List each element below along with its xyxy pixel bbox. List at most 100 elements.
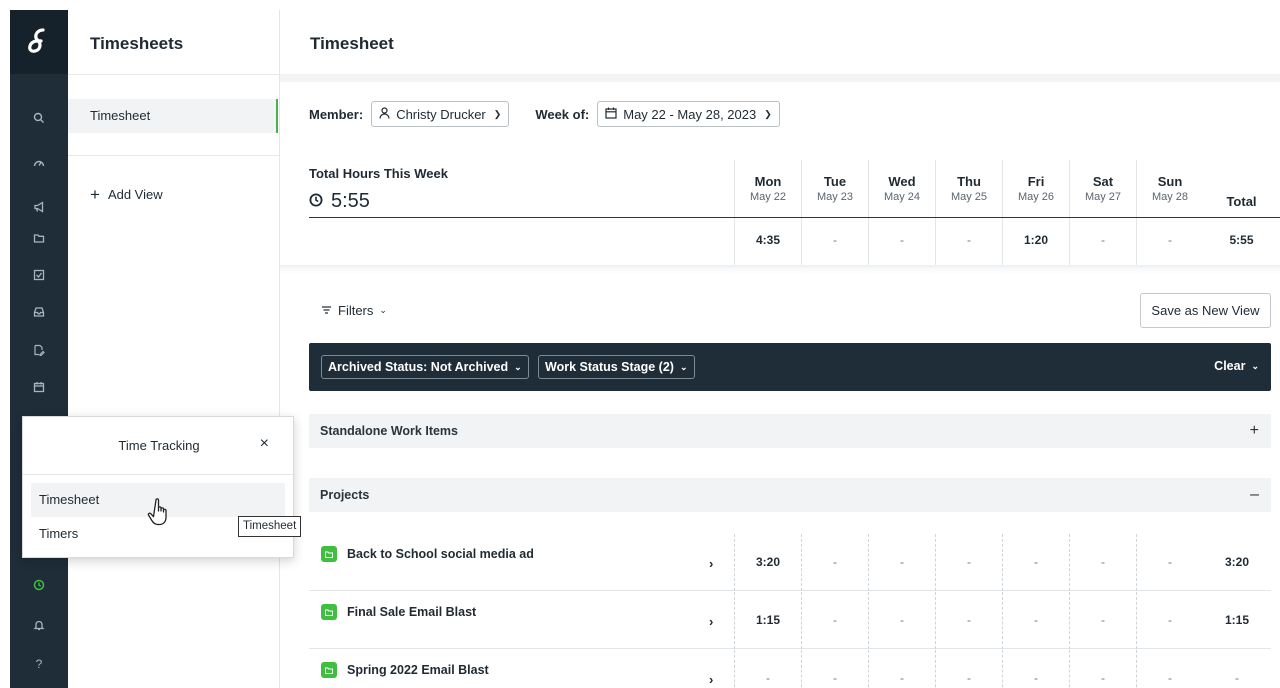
time-cell[interactable]: - — [1002, 534, 1069, 591]
day-column-mon: Mon May 22 4:35 — [734, 160, 801, 265]
logo-icon[interactable] — [10, 10, 68, 74]
header-divider — [280, 74, 1280, 82]
chevron-right-icon[interactable]: › — [709, 556, 713, 571]
day-total: - — [833, 233, 837, 247]
page-title: Timesheet — [310, 34, 394, 53]
clock-icon[interactable] — [10, 574, 68, 596]
project-name[interactable]: Spring 2022 Email Blast — [321, 662, 489, 678]
day-total: - — [1101, 233, 1105, 247]
help-icon[interactable]: ? — [10, 653, 68, 675]
week-dropdown[interactable]: May 22 - May 28, 2023 ❯ — [597, 101, 780, 127]
time-cell[interactable]: - — [935, 592, 1002, 649]
bell-icon[interactable] — [10, 614, 68, 636]
filters-toggle[interactable]: Filters ⌄ — [321, 303, 387, 318]
time-cell[interactable]: 3:20 — [734, 534, 801, 591]
project-label: Spring 2022 Email Blast — [347, 663, 489, 677]
project-row[interactable]: Back to School social media ad › 3:20 - … — [309, 534, 1271, 591]
calendar-icon[interactable] — [10, 376, 68, 398]
chevron-right-icon[interactable]: › — [709, 672, 713, 687]
day-date: May 27 — [1084, 191, 1122, 203]
day-column-sat: Sat May 27 - — [1069, 160, 1136, 265]
close-icon[interactable]: × — [260, 435, 269, 453]
time-cell[interactable]: - — [935, 650, 1002, 688]
time-cell[interactable]: - — [1069, 650, 1136, 688]
day-column-thu: Thu May 25 - — [935, 160, 1002, 265]
time-cell[interactable]: - — [1002, 650, 1069, 688]
day-name: Tue — [823, 174, 847, 189]
sidebar-title: Timesheets — [90, 34, 184, 53]
day-column-tue: Tue May 23 - — [801, 160, 868, 265]
time-cell[interactable]: - — [801, 592, 868, 649]
divider — [68, 155, 280, 156]
member-label: Member: — [309, 106, 364, 122]
member-dropdown[interactable]: Christy Drucker ❯ — [371, 101, 510, 127]
time-cell[interactable]: - — [1136, 534, 1203, 591]
folder-icon — [321, 546, 337, 562]
section-projects[interactable]: Projects – — [309, 478, 1271, 512]
document-edit-icon[interactable] — [10, 339, 68, 361]
calendar-icon — [605, 107, 617, 122]
save-as-new-view-button[interactable]: Save as New View — [1140, 293, 1271, 328]
total-column: Total 5:55 — [1203, 160, 1280, 265]
time-cell[interactable]: - — [1136, 592, 1203, 649]
time-cell[interactable]: - — [801, 650, 868, 688]
time-cell[interactable]: - — [1069, 534, 1136, 591]
chevron-down-icon: ⌄ — [514, 361, 522, 372]
folder-icon — [321, 604, 337, 620]
time-cell[interactable]: - — [935, 534, 1002, 591]
day-date: May 24 — [883, 191, 921, 203]
section-label: Projects — [320, 488, 370, 502]
project-row[interactable]: Spring 2022 Email Blast › - - - - - - - … — [309, 650, 1271, 688]
main-content: Timesheet Member: Christy Drucker ❯ Week… — [280, 10, 1280, 688]
clock-icon — [309, 190, 323, 213]
time-cell[interactable]: - — [1136, 650, 1203, 688]
tooltip: Timesheet — [238, 516, 302, 537]
member-value: Christy Drucker — [396, 106, 486, 122]
clear-label: Clear — [1214, 359, 1246, 373]
time-cell[interactable]: - — [1002, 592, 1069, 649]
time-cell[interactable]: - — [868, 534, 935, 591]
total-hours-value: 5:55 — [331, 190, 370, 212]
time-cell[interactable]: - — [734, 650, 801, 688]
day-date: May 26 — [1017, 191, 1055, 203]
time-cell[interactable]: - — [868, 650, 935, 688]
week-total: 5:55 — [1229, 233, 1254, 247]
chip-label: Archived Status: Not Archived — [328, 360, 509, 374]
day-name: Mon — [754, 174, 782, 189]
row-total: 3:20 — [1224, 555, 1250, 569]
total-header: Total — [1226, 194, 1257, 209]
folder-icon — [321, 662, 337, 678]
time-cell[interactable]: - — [801, 534, 868, 591]
filters-label: Filters — [338, 303, 374, 318]
chip-label: Work Status Stage (2) — [545, 360, 674, 374]
day-total: - — [1168, 233, 1172, 247]
day-column-fri: Fri May 26 1:20 — [1002, 160, 1069, 265]
sidebar-item-timesheet[interactable]: Timesheet — [68, 99, 278, 133]
folder-icon[interactable] — [10, 227, 68, 249]
add-view-button[interactable]: + Add View — [90, 186, 163, 203]
checkbox-icon[interactable] — [10, 264, 68, 286]
day-name: Fri — [1027, 174, 1045, 189]
day-date: May 25 — [950, 191, 988, 203]
day-name: Sat — [1092, 174, 1114, 189]
time-cell[interactable]: - — [868, 592, 935, 649]
search-icon[interactable] — [10, 107, 68, 129]
chevron-right-icon[interactable]: › — [709, 614, 713, 629]
project-name[interactable]: Final Sale Email Blast — [321, 604, 476, 620]
project-name[interactable]: Back to School social media ad — [321, 546, 534, 562]
filter-chip-archived-status[interactable]: Archived Status: Not Archived ⌄ — [321, 355, 529, 379]
day-column-wed: Wed May 24 - — [868, 160, 935, 265]
expand-icon[interactable]: + — [1250, 414, 1259, 448]
filter-icon — [321, 303, 332, 318]
project-row[interactable]: Final Sale Email Blast › 1:15 - - - - - … — [309, 592, 1271, 649]
inbox-icon[interactable] — [10, 301, 68, 323]
filter-chip-work-status-stage[interactable]: Work Status Stage (2) ⌄ — [538, 355, 695, 379]
user-icon — [379, 106, 390, 122]
clear-filters-button[interactable]: Clear ⌄ — [1214, 359, 1259, 373]
collapse-icon[interactable]: – — [1250, 478, 1259, 512]
megaphone-icon[interactable] — [10, 196, 68, 218]
time-cell[interactable]: 1:15 — [734, 592, 801, 649]
section-standalone-work-items[interactable]: Standalone Work Items + — [309, 414, 1271, 448]
dashboard-icon[interactable] — [10, 152, 68, 174]
time-cell[interactable]: - — [1069, 592, 1136, 649]
